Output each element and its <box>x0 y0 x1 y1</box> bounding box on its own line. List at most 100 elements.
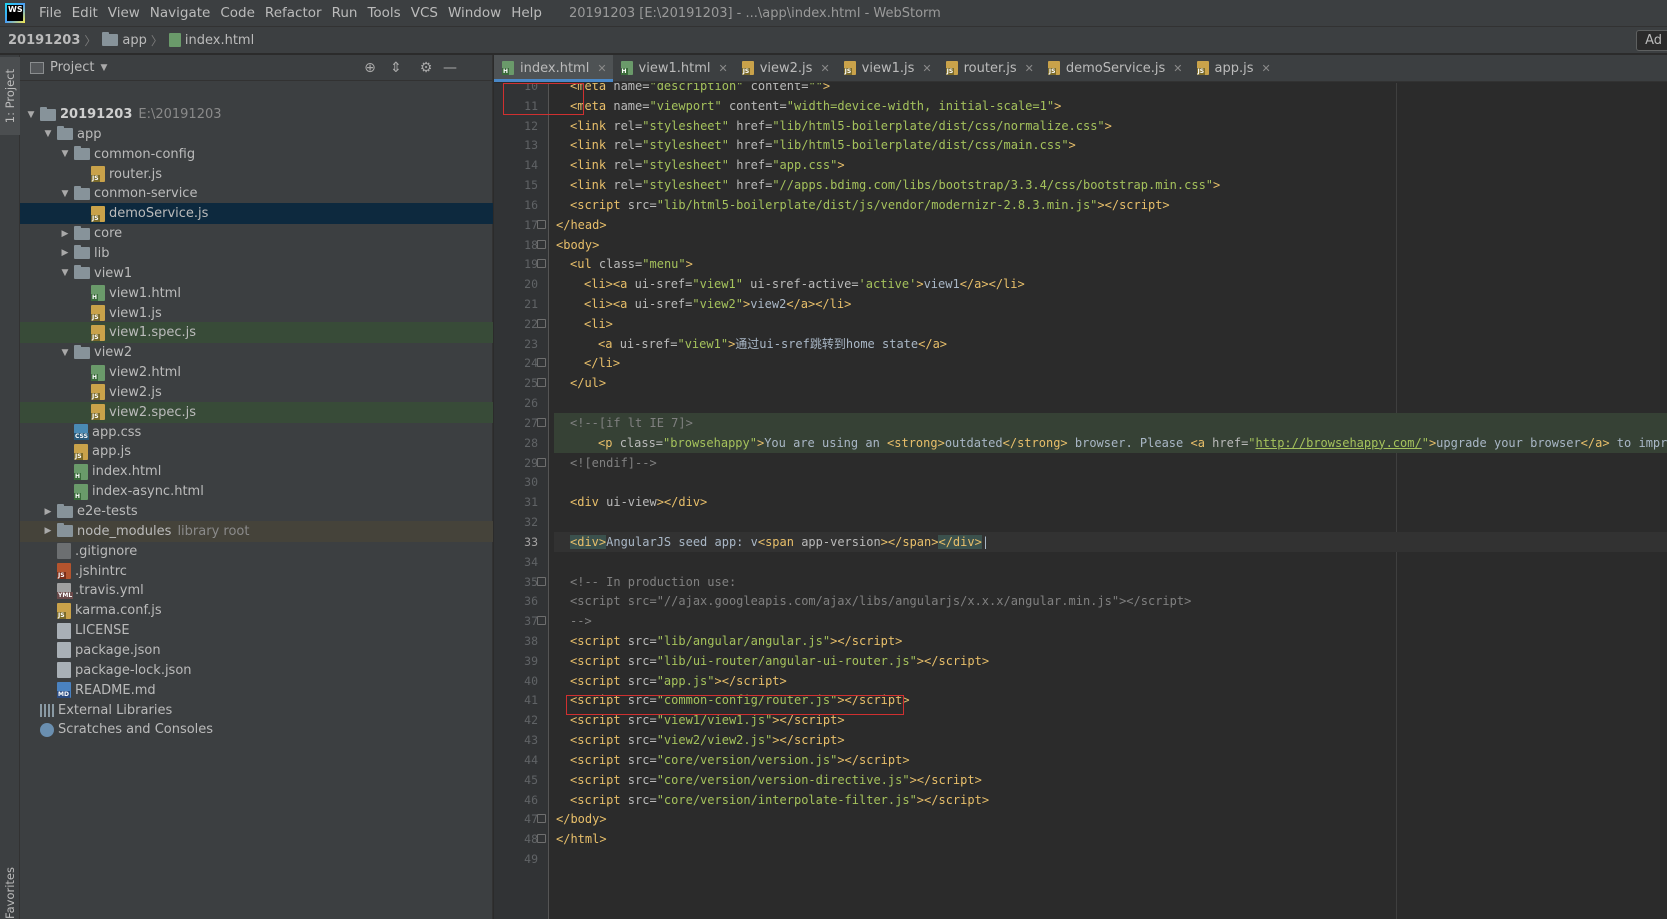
chevron-down-icon[interactable]: ▼ <box>58 149 72 159</box>
code-line[interactable]: <script src="//ajax.googleapis.com/ajax/… <box>554 591 1191 611</box>
tree-item-readme-md[interactable]: ▶MDREADME.md <box>20 680 493 701</box>
menu-code[interactable]: Code <box>215 0 260 26</box>
collapse-all-icon[interactable]: ⇕ <box>386 58 406 78</box>
code-line[interactable]: <link rel="stylesheet" href="app.css"> <box>554 155 845 175</box>
tab-app-js[interactable]: JS app.js ✕ <box>1189 55 1277 81</box>
tree-item-view1[interactable]: ▼ view1 <box>20 263 493 284</box>
breadcrumb-item-20191203[interactable]: 20191203 〉 <box>8 32 102 49</box>
fold-marker-icon[interactable] <box>537 457 546 467</box>
menu-window[interactable]: Window <box>443 0 506 26</box>
menu-navigate[interactable]: Navigate <box>145 0 216 26</box>
code-line[interactable]: </ul> <box>554 373 606 393</box>
menu-help[interactable]: Help <box>506 0 547 26</box>
fold-marker-icon[interactable] <box>537 219 546 229</box>
code-line[interactable]: <p class="browsehappy">You are using an … <box>554 432 1667 453</box>
menu-vcs[interactable]: VCS <box>406 0 443 26</box>
chevron-down-icon[interactable]: ▼ <box>58 348 72 358</box>
code-line[interactable]: <script src="core/version/version-direct… <box>554 770 982 790</box>
menu-view[interactable]: View <box>103 0 145 26</box>
tree-item-jshintrc[interactable]: ▶JS.jshintrc <box>20 561 493 582</box>
code-line[interactable]: <ul class="menu"> <box>554 254 693 274</box>
breadcrumb-item-app[interactable]: app 〉 <box>102 32 169 49</box>
code-line[interactable]: <script src="app.js"></script> <box>554 671 787 691</box>
chevron-right-icon[interactable]: ▶ <box>41 526 55 536</box>
chevron-down-icon[interactable]: ▼ <box>58 189 72 199</box>
tree-item-license[interactable]: ▶LICENSE <box>20 620 493 641</box>
add-configuration-button[interactable]: Ad <box>1636 30 1667 51</box>
tree-item-app-js[interactable]: ▶JSapp.js <box>20 441 493 462</box>
code-line[interactable]: <script src="lib/html5-boilerplate/dist/… <box>554 195 1170 215</box>
menu-run[interactable]: Run <box>327 0 363 26</box>
tree-item-conmon-service[interactable]: ▼ conmon-service <box>20 183 493 204</box>
code-line[interactable]: <div>AngularJS seed app: v<span app-vers… <box>554 531 1667 552</box>
close-icon[interactable]: ✕ <box>820 62 829 75</box>
line-number-gutter[interactable]: 10 11 12 13 14 15 16 17 18 19 20 21 22 23 24 25 26 27 28 29… <box>494 83 549 919</box>
favorites-tool-tab[interactable]: 2: Favorites <box>0 850 20 919</box>
tree-item-lib[interactable]: ▶ lib <box>20 243 493 264</box>
code-line[interactable] <box>554 472 556 492</box>
tree-item-view2-js[interactable]: ▶JSview2.js <box>20 382 493 403</box>
code-line[interactable]: <a ui-sref="view1">通过ui-sref跳转到home stat… <box>554 334 947 354</box>
code-line[interactable] <box>554 849 556 869</box>
tree-item-router-js[interactable]: ▶JSrouter.js <box>20 164 493 185</box>
close-icon[interactable]: ✕ <box>718 62 727 75</box>
code-line[interactable]: </html> <box>554 829 607 849</box>
menu-edit[interactable]: Edit <box>67 0 103 26</box>
tab-router-js[interactable]: JS router.js ✕ <box>938 55 1040 81</box>
code-line[interactable]: <script src="view2/view2.js"></script> <box>554 730 845 750</box>
menu-file[interactable]: File <box>34 0 67 26</box>
tab-index-html[interactable]: Hindex.html ✕ <box>494 55 613 82</box>
tree-item-external-libraries[interactable]: ▶External Libraries <box>20 700 493 721</box>
hide-panel-icon[interactable]: — <box>440 58 460 78</box>
chevron-down-icon[interactable]: ▼ <box>58 268 72 278</box>
code-line[interactable]: <li><a ui-sref="view1" ui-sref-active='a… <box>554 274 1025 294</box>
code-line[interactable]: </head> <box>554 215 607 235</box>
code-line[interactable]: <script src="core/version/interpolate-fi… <box>554 790 989 810</box>
tree-item-package-lock-json[interactable]: ▶package-lock.json <box>20 660 493 681</box>
tab-view1-html[interactable]: Hview1.html ✕ <box>613 55 734 81</box>
tree-item-view1-spec-js[interactable]: ▶JSview1.spec.js <box>20 322 493 344</box>
tree-item-index-html[interactable]: ▶Hindex.html <box>20 461 493 482</box>
tree-item-common-config[interactable]: ▼ common-config <box>20 144 493 165</box>
code-line[interactable]: <div ui-view></div> <box>554 492 707 512</box>
fold-marker-icon[interactable] <box>537 616 546 626</box>
code-line[interactable]: <!-- In production use: <box>554 572 736 592</box>
gear-icon[interactable]: ⚙ <box>416 58 436 78</box>
fold-marker-icon[interactable] <box>537 417 546 427</box>
tree-item-node-modules[interactable]: ▶ node_modules library root <box>20 520 493 542</box>
tab-view2-js[interactable]: JS view2.js ✕ <box>734 55 836 81</box>
fold-marker-icon[interactable] <box>537 814 546 824</box>
tree-item-travis-yml[interactable]: ▶YML.travis.yml <box>20 580 493 601</box>
tree-item-app[interactable]: ▼ app <box>20 124 493 145</box>
chevron-right-icon[interactable]: ▶ <box>58 248 72 258</box>
locate-file-icon[interactable]: ⊕ <box>360 58 380 78</box>
code-line[interactable]: <link rel="stylesheet" href="//apps.bdim… <box>554 175 1220 195</box>
project-view-selector[interactable]: Project <box>50 60 94 75</box>
close-icon[interactable]: ✕ <box>1173 62 1182 75</box>
tree-item-gitignore[interactable]: ▶.gitignore <box>20 541 493 562</box>
tree-item-view2-spec-js[interactable]: ▶JSview2.spec.js <box>20 401 493 423</box>
tree-item-index-async-html[interactable]: ▶Hindex-async.html <box>20 481 493 502</box>
tree-item-view2-html[interactable]: ▶Hview2.html <box>20 362 493 383</box>
tree-item-core[interactable]: ▶ core <box>20 223 493 244</box>
fold-marker-icon[interactable] <box>537 318 546 328</box>
code-line[interactable]: </li> <box>554 353 620 373</box>
tab-demoservice-js[interactable]: JS demoService.js ✕ <box>1040 55 1189 81</box>
code-line[interactable]: --> <box>554 611 592 631</box>
close-icon[interactable]: ✕ <box>1262 62 1271 75</box>
chevron-down-icon[interactable]: ▼ <box>41 129 55 139</box>
breadcrumb-item-index-html[interactable]: index.html <box>168 32 254 49</box>
close-icon[interactable]: ✕ <box>1025 62 1034 75</box>
code-line[interactable]: <![endif]--> <box>554 453 657 473</box>
code-line[interactable] <box>554 393 556 413</box>
tree-item-20191203[interactable]: ▼ 20191203 E:\20191203 <box>20 104 493 125</box>
tree-item-view2[interactable]: ▼ view2 <box>20 342 493 363</box>
fold-marker-icon[interactable] <box>537 239 546 249</box>
tree-item-e2e-tests[interactable]: ▶ e2e-tests <box>20 501 493 522</box>
close-icon[interactable]: ✕ <box>922 62 931 75</box>
code-line[interactable]: <!--[if lt IE 7]> <box>554 412 1667 433</box>
code-line[interactable]: <link rel="stylesheet" href="lib/html5-b… <box>554 116 1112 136</box>
tree-item-demoservice-js[interactable]: ▶JSdemoService.js <box>20 203 493 225</box>
fold-marker-icon[interactable] <box>537 358 546 368</box>
chevron-down-icon[interactable]: ▼ <box>100 63 107 73</box>
